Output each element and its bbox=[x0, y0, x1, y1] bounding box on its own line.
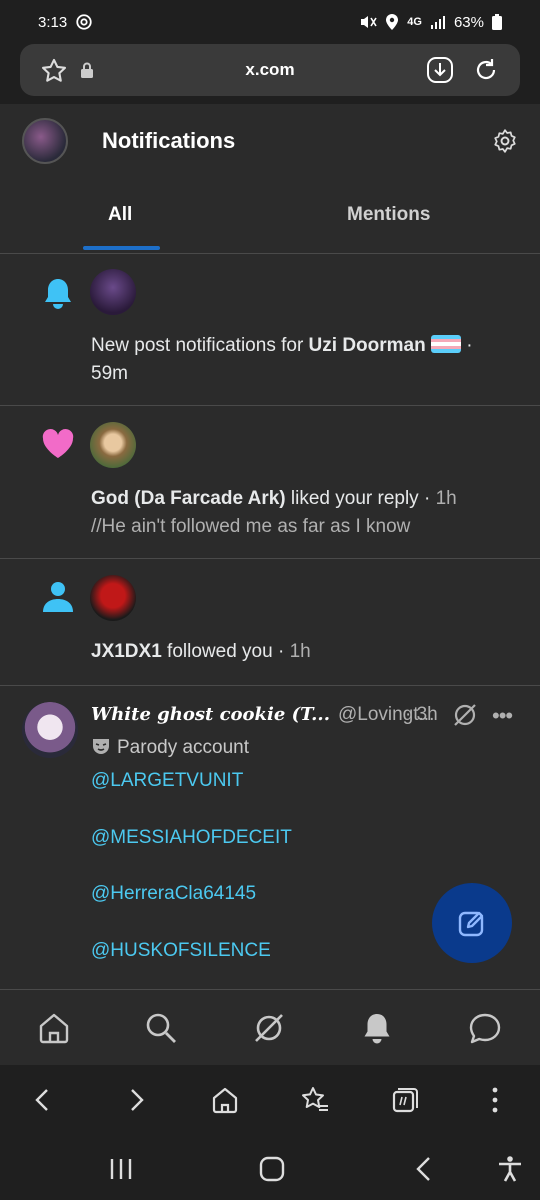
gear-icon[interactable] bbox=[492, 128, 518, 154]
mention-link[interactable]: @HUSKOFSILENCE bbox=[91, 940, 271, 962]
user-name[interactable]: God (Da Farcade Ark) bbox=[91, 488, 286, 509]
heart-icon bbox=[42, 429, 74, 458]
notification-text: New post notifications for Uzi Doorman ·… bbox=[91, 332, 510, 388]
tabs-icon[interactable] bbox=[390, 1085, 420, 1115]
more-icon[interactable]: ••• bbox=[492, 703, 513, 729]
compose-button[interactable] bbox=[432, 883, 512, 963]
notification-tabs: All Mentions bbox=[0, 178, 540, 254]
home-icon[interactable] bbox=[37, 1011, 71, 1045]
notification-item[interactable]: JX1DX1 followed you · 1h bbox=[0, 559, 540, 686]
mute-icon bbox=[361, 16, 377, 28]
avatar[interactable] bbox=[22, 702, 78, 758]
forward-icon[interactable] bbox=[121, 1085, 151, 1115]
status-bar: 3:13 4G 63% bbox=[0, 0, 540, 44]
avatar[interactable] bbox=[90, 575, 136, 621]
user-name[interactable]: JX1DX1 bbox=[91, 641, 162, 662]
profile-avatar[interactable] bbox=[22, 118, 68, 164]
tab-all[interactable]: All bbox=[108, 204, 132, 226]
compose-icon bbox=[458, 911, 484, 937]
notification-item[interactable]: God (Da Farcade Ark) liked your reply · … bbox=[0, 406, 540, 559]
notification-action: liked your reply · bbox=[285, 488, 436, 509]
grok-icon[interactable] bbox=[252, 1011, 286, 1045]
notification-text: JX1DX1 followed you · 1h bbox=[91, 638, 510, 666]
messages-icon[interactable] bbox=[468, 1011, 502, 1045]
search-icon[interactable] bbox=[144, 1011, 178, 1045]
mask-icon bbox=[93, 739, 109, 754]
avatar[interactable] bbox=[90, 269, 136, 315]
notification-action: followed you · bbox=[161, 641, 290, 662]
trans-flag-icon bbox=[431, 335, 462, 353]
notification-prefix: New post notifications for bbox=[91, 335, 309, 356]
status-time: 3:13 bbox=[38, 13, 68, 31]
grok-icon[interactable] bbox=[452, 702, 478, 728]
reload-icon[interactable] bbox=[472, 56, 500, 84]
separator: · bbox=[461, 335, 473, 356]
parody-text: Parody account bbox=[117, 737, 250, 758]
notification-time: 1h bbox=[435, 488, 457, 509]
bell-icon[interactable] bbox=[360, 1011, 394, 1045]
url-field[interactable]: x.com bbox=[20, 44, 520, 96]
battery-icon bbox=[492, 14, 502, 30]
recents-icon[interactable] bbox=[107, 1155, 135, 1183]
user-name[interactable]: Uzi Doorman bbox=[309, 335, 426, 356]
menu-icon[interactable] bbox=[480, 1085, 510, 1115]
browser-toolbar bbox=[0, 1065, 540, 1135]
bottom-navigation bbox=[0, 991, 540, 1065]
tab-mentions[interactable]: Mentions bbox=[347, 204, 430, 226]
browser-home-icon[interactable] bbox=[210, 1085, 240, 1115]
home-button-icon[interactable] bbox=[258, 1155, 286, 1183]
avatar[interactable] bbox=[90, 422, 136, 468]
system-navigation bbox=[0, 1135, 540, 1200]
reply-preview: //He ain't followed me as far as I know bbox=[91, 516, 411, 537]
display-name[interactable]: White ghost cookie (T... bbox=[91, 704, 330, 725]
download-icon[interactable] bbox=[426, 56, 454, 84]
mention-link[interactable]: @LARGETVUNIT bbox=[91, 770, 243, 792]
accessibility-icon[interactable] bbox=[496, 1155, 524, 1183]
system-back-icon[interactable] bbox=[410, 1155, 438, 1183]
notifications-header: Notifications bbox=[0, 104, 540, 178]
threads-icon bbox=[76, 14, 92, 30]
battery-percent: 63% bbox=[453, 13, 484, 31]
mention-link[interactable]: @MESSIAHOFDECEIT bbox=[91, 827, 292, 849]
notification-time: 1h bbox=[289, 641, 311, 662]
back-icon[interactable] bbox=[28, 1085, 58, 1115]
notification-text: God (Da Farcade Ark) liked your reply · … bbox=[91, 485, 510, 541]
bookmarks-icon[interactable] bbox=[300, 1085, 330, 1115]
parody-label: Parody account bbox=[91, 736, 249, 759]
person-icon bbox=[43, 582, 73, 612]
browser-url-bar: x.com bbox=[0, 44, 540, 104]
notification-item[interactable]: New post notifications for Uzi Doorman ·… bbox=[0, 255, 540, 406]
notification-time: 59m bbox=[91, 363, 128, 384]
network-label: 4G bbox=[407, 16, 422, 28]
bell-icon bbox=[45, 279, 71, 309]
post-time: · 3h bbox=[405, 704, 438, 725]
tab-indicator bbox=[83, 246, 160, 250]
mention-link[interactable]: @HerreraCla64145 bbox=[91, 883, 256, 905]
page-title: Notifications bbox=[102, 128, 236, 153]
signal-icon bbox=[430, 16, 445, 29]
location-icon bbox=[386, 14, 399, 30]
